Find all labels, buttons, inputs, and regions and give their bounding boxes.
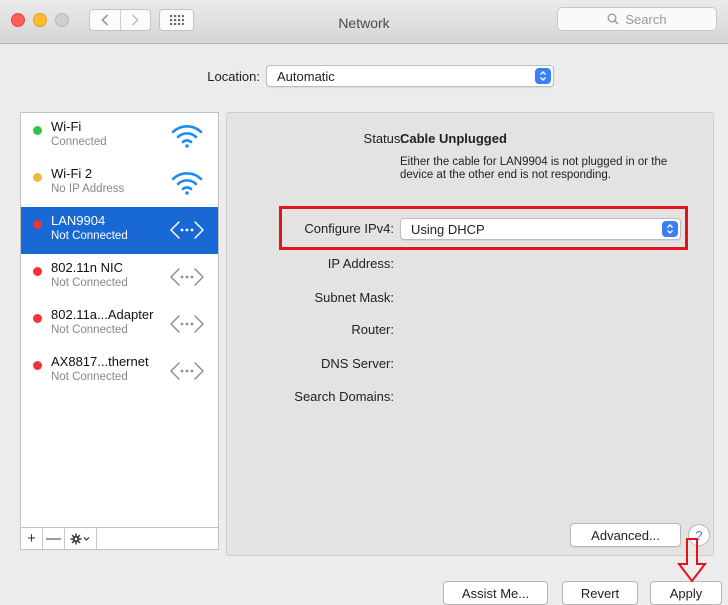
popup-arrows-icon — [662, 221, 678, 237]
service-name: Wi-Fi 2 — [51, 166, 93, 181]
service-status: Connected — [51, 136, 107, 148]
location-label: Location: — [207, 69, 260, 84]
down-arrow-annotation-icon — [676, 538, 708, 583]
status-dot — [33, 173, 42, 182]
gear-icon — [70, 533, 89, 544]
service-status: Not Connected — [51, 230, 128, 242]
status-dot — [33, 267, 42, 276]
service-status: Not Connected — [51, 371, 128, 383]
service-item-lan9904[interactable]: LAN9904 Not Connected — [21, 207, 218, 254]
service-name: AX8817...thernet — [51, 354, 149, 369]
ethernet-icon — [170, 362, 204, 380]
service-item-802-11a-adapter[interactable]: 802.11a...Adapter Not Connected — [21, 301, 218, 348]
service-item-wifi-2[interactable]: Wi-Fi 2 No IP Address — [21, 160, 218, 207]
status-dot — [33, 126, 42, 135]
status-dot — [33, 220, 42, 229]
wifi-icon — [171, 125, 203, 148]
advanced-button[interactable]: Advanced... — [570, 523, 681, 547]
service-item-ax8817-ethernet[interactable]: AX8817...thernet Not Connected — [21, 348, 218, 395]
service-list: Wi-Fi Connected Wi-Fi 2 No IP Address LA… — [20, 112, 219, 528]
search-field[interactable]: Search — [557, 7, 717, 31]
assist-me-button[interactable]: Assist Me... — [443, 581, 548, 605]
ethernet-icon — [170, 268, 204, 286]
apply-button[interactable]: Apply — [650, 581, 722, 605]
service-name: 802.11n NIC — [51, 260, 124, 275]
router-label: Router: — [351, 322, 394, 337]
status-dot — [33, 314, 42, 323]
title-bar: Network Search — [0, 0, 728, 44]
service-status: No IP Address — [51, 183, 125, 195]
action-menu-button[interactable] — [65, 528, 97, 549]
service-item-wifi[interactable]: Wi-Fi Connected — [21, 113, 218, 160]
add-service-button[interactable]: + — [21, 528, 43, 549]
service-status: Not Connected — [51, 277, 128, 289]
service-name: 802.11a...Adapter — [51, 307, 154, 322]
ip-address-label: IP Address: — [327, 256, 394, 271]
remove-service-button[interactable]: — — [43, 528, 65, 549]
popup-arrows-icon — [535, 68, 551, 84]
service-name: LAN9904 — [51, 213, 106, 228]
revert-button[interactable]: Revert — [562, 581, 638, 605]
service-item-802-11n-nic[interactable]: 802.11n NIC Not Connected — [21, 254, 218, 301]
location-value: Automatic — [277, 69, 335, 84]
subnet-mask-label: Subnet Mask: — [314, 290, 395, 305]
status-value: Cable Unplugged — [400, 131, 507, 146]
status-description: Either the cable for LAN9904 is not plug… — [400, 156, 668, 181]
service-status: Not Connected — [51, 324, 128, 336]
configure-ipv4-value: Using DHCP — [411, 222, 485, 237]
dns-server-label: DNS Server: — [321, 356, 394, 371]
status-label: Status: — [363, 131, 404, 146]
ethernet-icon — [170, 221, 204, 239]
configure-ipv4-popup[interactable]: Using DHCP — [400, 218, 681, 240]
service-name: Wi-Fi — [51, 119, 82, 134]
wifi-icon — [171, 172, 203, 195]
search-placeholder: Search — [625, 11, 667, 27]
status-dot — [33, 361, 42, 370]
configure-ipv4-label: Configure IPv4: — [304, 221, 394, 236]
service-list-toolbar: + — — [20, 528, 219, 550]
search-domains-label: Search Domains: — [294, 389, 394, 404]
location-popup[interactable]: Automatic — [266, 65, 554, 87]
search-icon — [607, 13, 619, 25]
ethernet-icon — [170, 315, 204, 333]
